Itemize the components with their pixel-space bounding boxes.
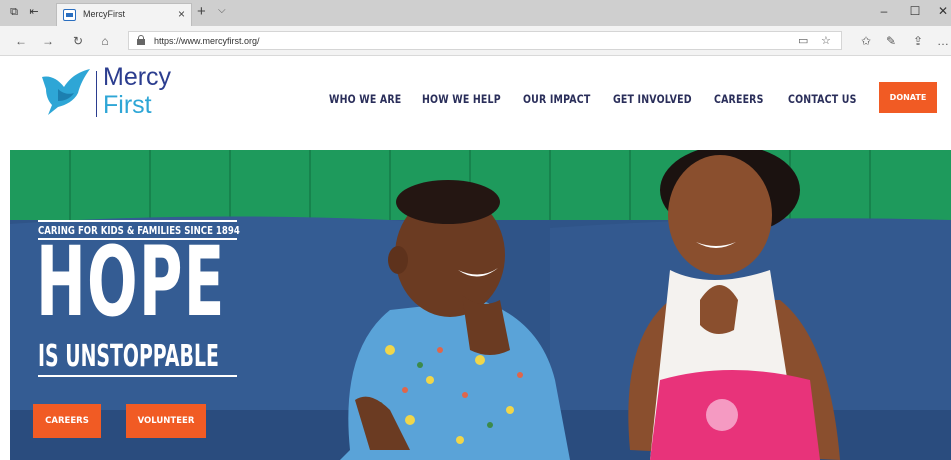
forward-icon[interactable]: → [40,33,56,49]
window-close-icon[interactable]: ✕ [935,4,951,18]
back-icon[interactable]: ← [13,33,29,49]
favorite-star-icon[interactable]: ☆ [821,34,831,47]
new-tab-icon[interactable]: + [197,3,206,20]
donate-button[interactable]: DONATE [879,82,937,113]
nav-careers[interactable]: CAREERS [714,92,764,106]
nav-contact-us[interactable]: CONTACT US [788,92,857,106]
address-url[interactable]: https://www.mercyfirst.org/ [154,36,260,46]
hero-careers-button[interactable]: CAREERS [33,404,101,438]
nav-get-involved[interactable]: GET INVOLVED [613,92,692,106]
nav-our-impact[interactable]: OUR IMPACT [523,92,590,106]
dove-logo-icon[interactable] [40,67,94,117]
subheadline-underline [38,375,237,377]
favorites-icon[interactable]: ✩ [858,33,874,49]
more-icon[interactable]: … [935,33,951,49]
tab-actions-icon[interactable]: ⧉ [7,6,21,19]
hero-subheadline: IS UNSTOPPABLE [38,339,219,374]
logo-text-first[interactable]: First [103,91,152,119]
logo-divider [96,71,97,117]
refresh-icon[interactable]: ↻ [70,33,86,49]
share-icon[interactable]: ⇪ [910,33,926,49]
hero-headline: HOPE [36,226,226,338]
address-bar[interactable]: https://www.mercyfirst.org/ ▭ ☆ [128,31,842,50]
hero-volunteer-button[interactable]: VOLUNTEER [126,404,206,438]
pen-icon[interactable]: ✎ [883,33,899,49]
minimize-icon[interactable]: – [876,4,892,18]
browser-tab[interactable]: MercyFirst × [56,3,192,26]
logo-text-mercy[interactable]: Mercy [103,63,171,91]
nav-how-we-help[interactable]: HOW WE HELP [422,92,501,106]
site-header: Mercy First WHO WE ARE HOW WE HELP OUR I… [0,57,951,150]
lock-icon [137,35,145,45]
browser-tab-bar: ⧉ ⇤ MercyFirst × + ⌵ – ☐ ✕ [0,0,951,26]
tab-close-icon[interactable]: × [178,7,185,21]
home-icon[interactable]: ⌂ [97,33,113,49]
reading-view-icon[interactable]: ▭ [798,34,808,47]
browser-nav-bar: ← → ↻ ⌂ https://www.mercyfirst.org/ ▭ ☆ … [0,26,951,56]
hero-banner: CARING FOR KIDS & FAMILIES SINCE 1894 HO… [10,150,951,460]
tab-aside-icon[interactable]: ⇤ [27,6,41,19]
maximize-icon[interactable]: ☐ [907,4,923,18]
nav-who-we-are[interactable]: WHO WE ARE [329,92,401,106]
tab-title: MercyFirst [83,9,125,19]
tagline-top-rule [38,220,237,222]
site-favicon-icon [63,9,76,21]
tab-chevron-icon[interactable]: ⌵ [218,5,226,16]
